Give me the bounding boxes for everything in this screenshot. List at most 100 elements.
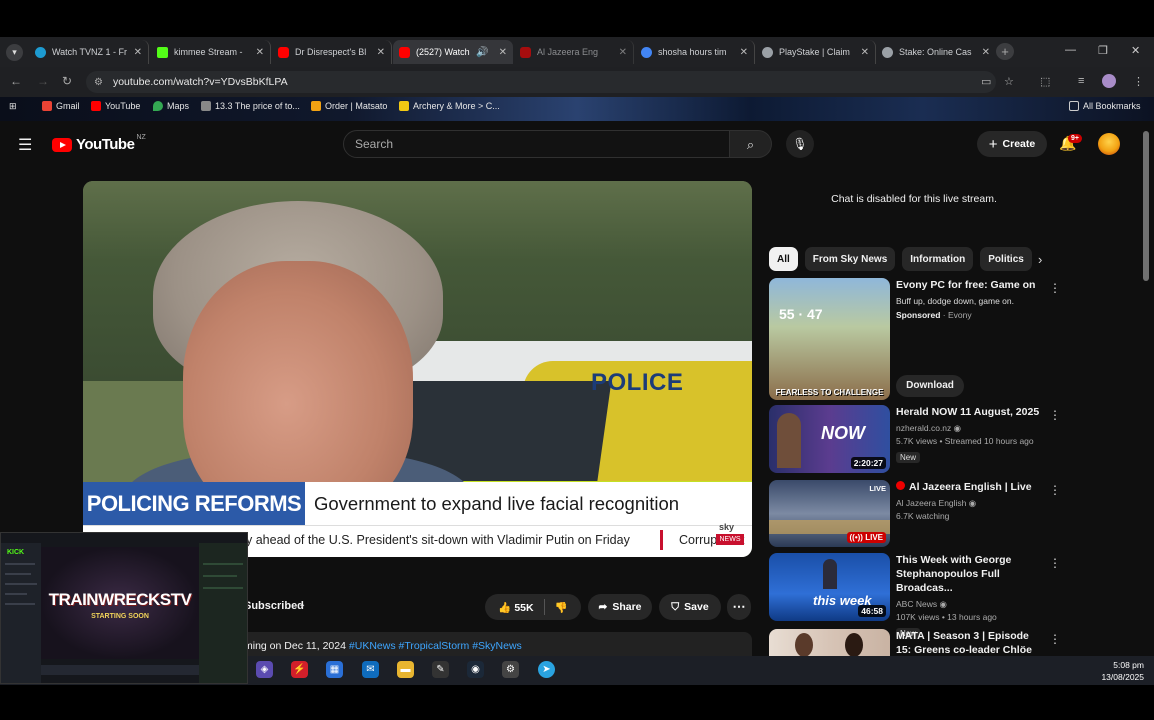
- rec-title[interactable]: Al Jazeera English | Live: [896, 480, 1041, 494]
- rec-title[interactable]: Evony PC for free: Game on: [896, 278, 1041, 292]
- rec-title[interactable]: MATA | Season 3 | Episode 15: Greens co-…: [896, 629, 1041, 656]
- taskbar-steam-icon[interactable]: ◉: [467, 661, 484, 678]
- bookmark-price[interactable]: 13.3 The price of to...: [201, 101, 300, 111]
- site-info-icon[interactable]: ⚙: [94, 77, 103, 88]
- taskbar-flash-icon[interactable]: ⚡: [291, 661, 308, 678]
- back-icon[interactable]: ←: [10, 74, 22, 88]
- bookmark-archery[interactable]: Archery & More > C...: [399, 101, 500, 111]
- close-tab-icon[interactable]: ✕: [256, 47, 264, 58]
- divider: [543, 599, 545, 615]
- speaker-icon[interactable]: 🔊: [476, 47, 488, 58]
- download-button[interactable]: Download: [896, 375, 964, 397]
- system-clock[interactable]: 5:08 pm 13/08/2025: [1100, 659, 1144, 683]
- more-vertical-icon[interactable]: ⋮: [1049, 408, 1061, 422]
- forward-icon[interactable]: →: [37, 74, 49, 88]
- more-vertical-icon[interactable]: ⋮: [1049, 556, 1061, 570]
- more-vertical-icon[interactable]: ⋮: [1049, 483, 1061, 497]
- list-item[interactable]: LIVE ((•)) LIVE Al Jazeera English | Liv…: [769, 480, 1061, 547]
- search-button[interactable]: ⌕: [730, 130, 772, 158]
- chip-all[interactable]: All: [769, 247, 798, 271]
- taskbar-folder-icon[interactable]: ▬: [397, 661, 414, 678]
- dislike-button[interactable]: 👎: [555, 601, 568, 614]
- bookmark-icon: ⛉: [671, 600, 680, 613]
- restore-icon[interactable]: ❐: [1098, 44, 1108, 57]
- sky-logo: sky: [719, 522, 735, 532]
- taskbar-store-icon[interactable]: ▦: [326, 661, 343, 678]
- minimize-icon[interactable]: —: [1065, 44, 1076, 56]
- taskbar-settings-icon[interactable]: ⚙: [502, 661, 519, 678]
- taskbar-outlook-icon[interactable]: ✉: [362, 661, 379, 678]
- share-button[interactable]: ➦ Share: [588, 594, 652, 620]
- bookmark-maps[interactable]: Maps: [153, 101, 189, 111]
- page-scrollbar[interactable]: [1143, 131, 1149, 281]
- close-tab-icon[interactable]: ✕: [861, 47, 869, 58]
- tab-dr-disrespect[interactable]: Dr Disrespect's Bl ✕: [272, 40, 392, 64]
- tab-kick[interactable]: kimmee Stream - ✕: [151, 40, 271, 64]
- video-thumbnail[interactable]: this week 46:58: [769, 553, 890, 621]
- taskbar-app-icon[interactable]: ✎: [432, 661, 449, 678]
- more-actions-button[interactable]: ⋯: [727, 594, 751, 620]
- cast-icon[interactable]: ▭: [981, 75, 991, 88]
- taskbar-app-icon[interactable]: ◈: [256, 661, 273, 678]
- tab-google[interactable]: shosha hours tim ✕: [635, 40, 755, 64]
- rec-meta: 107K views • 13 hours ago: [896, 612, 997, 622]
- like-button[interactable]: 👍 55K: [498, 601, 533, 614]
- tab-current-watch[interactable]: (2527) Watch 🔊 ✕: [393, 40, 513, 64]
- close-tab-icon[interactable]: ✕: [499, 47, 507, 58]
- chevron-down-icon[interactable]: ⌄: [298, 599, 306, 610]
- extensions-icon[interactable]: ⬚: [1040, 75, 1050, 88]
- search-input[interactable]: Search: [343, 130, 730, 158]
- list-item[interactable]: NOW 2:20:27 Herald NOW 11 August, 2025 n…: [769, 405, 1061, 473]
- description-hashtags[interactable]: #UKNews #TropicalStorm #SkyNews: [349, 640, 522, 652]
- rec-title[interactable]: This Week with George Stephanopoulos Ful…: [896, 553, 1041, 595]
- chevron-right-icon[interactable]: ›: [1038, 252, 1042, 267]
- new-tab-button[interactable]: +: [996, 43, 1014, 60]
- close-tab-icon[interactable]: ✕: [134, 47, 142, 58]
- avatar[interactable]: [1098, 133, 1120, 155]
- chip-from-sky-news[interactable]: From Sky News: [804, 247, 896, 271]
- media-controls-icon[interactable]: ≡: [1078, 75, 1084, 87]
- tab-playstake[interactable]: PlayStake | Claim ✕: [756, 40, 876, 64]
- create-button[interactable]: + Create: [977, 131, 1047, 157]
- close-tab-icon[interactable]: ✕: [982, 47, 990, 58]
- more-vertical-icon[interactable]: ⋮: [1049, 281, 1061, 295]
- url-field[interactable]: ⚙ youtube.com/watch?v=YDvsBbKfLPA: [86, 71, 996, 93]
- bookmark-star-icon[interactable]: ☆: [1004, 75, 1014, 88]
- bookmark-youtube[interactable]: YouTube: [91, 101, 140, 111]
- tab-al-jazeera[interactable]: Al Jazeera Eng ✕: [514, 40, 634, 64]
- taskbar-telegram-icon[interactable]: ➤: [538, 661, 555, 678]
- close-window-icon[interactable]: ✕: [1131, 44, 1140, 57]
- video-player[interactable]: POLICE POLICING REFORMS Government to ex…: [83, 181, 752, 557]
- video-thumbnail[interactable]: [769, 629, 890, 656]
- voice-search-button[interactable]: 🎙: [786, 130, 814, 158]
- video-thumbnail[interactable]: LIVE ((•)) LIVE: [769, 480, 890, 547]
- hamburger-menu-icon[interactable]: ☰: [18, 135, 32, 155]
- close-tab-icon[interactable]: ✕: [619, 47, 627, 58]
- video-thumbnail[interactable]: NOW 2:20:27: [769, 405, 890, 473]
- tab-tvnz[interactable]: Watch TVNZ 1 - Fr ✕: [29, 40, 149, 64]
- description-line: ming on Dec 11, 2024 #UKNews #TropicalSt…: [244, 640, 522, 652]
- youtube-logo[interactable]: YouTube NZ: [52, 134, 146, 153]
- rec-title[interactable]: Herald NOW 11 August, 2025: [896, 405, 1041, 419]
- save-button[interactable]: ⛉ Save: [659, 594, 721, 620]
- police-text: POLICE: [591, 369, 684, 396]
- list-item[interactable]: this week 46:58 This Week with George St…: [769, 553, 1061, 639]
- apps-grid-icon[interactable]: ⊞: [9, 101, 17, 112]
- close-tab-icon[interactable]: ✕: [377, 47, 385, 58]
- subscribed-button[interactable]: Subscribed: [244, 600, 304, 612]
- bookmark-gmail[interactable]: Gmail: [42, 101, 80, 111]
- profile-icon[interactable]: [1102, 74, 1116, 88]
- more-vertical-icon[interactable]: ⋮: [1049, 632, 1059, 646]
- menu-kebab-icon[interactable]: ⋮: [1133, 75, 1144, 88]
- close-tab-icon[interactable]: ✕: [740, 47, 748, 58]
- chip-information[interactable]: Information: [902, 247, 974, 271]
- tab-stake[interactable]: Stake: Online Cas ✕: [876, 40, 996, 64]
- bookmark-matsato[interactable]: Order | Matsato: [311, 101, 387, 111]
- stream-overlay-window[interactable]: KICK TRAINWRECKSTV STARTING SOON: [0, 532, 248, 684]
- tab-search-button[interactable]: ▾: [6, 44, 23, 61]
- video-thumbnail[interactable]: 55 · 47 FEARLESS TO CHALLENGE: [769, 278, 890, 400]
- list-item[interactable]: MATA | Season 3 | Episode 15: Greens co-…: [769, 629, 1059, 656]
- all-bookmarks[interactable]: All Bookmarks: [1069, 101, 1141, 111]
- chip-politics[interactable]: Politics: [980, 247, 1033, 271]
- reload-icon[interactable]: ↻: [62, 74, 72, 88]
